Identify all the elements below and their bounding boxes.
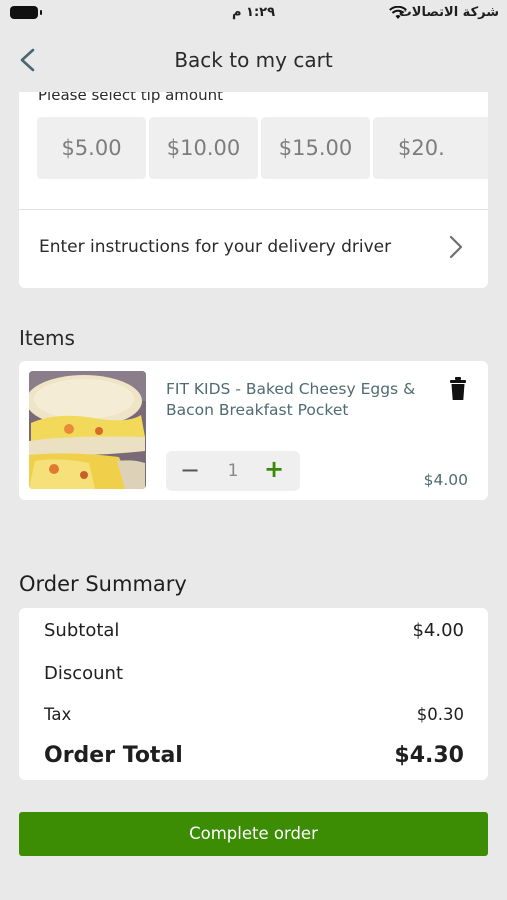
quantity-value: 1 (227, 461, 239, 481)
chevron-right-icon (449, 235, 463, 259)
order-summary-heading: Order Summary (19, 572, 187, 596)
subtotal-label: Subtotal (44, 620, 120, 641)
order-total-value: $4.30 (394, 743, 464, 768)
discount-label: Discount (44, 663, 124, 684)
complete-order-button[interactable]: Complete order (19, 812, 488, 856)
subtotal-value: $4.00 (412, 620, 464, 641)
tip-label: Please select tip amount (38, 92, 223, 104)
tip-card: Please select tip amount $5.00 $10.00 $15.… (19, 92, 488, 288)
quantity-stepper: − 1 + (166, 451, 300, 491)
trash-icon[interactable] (449, 377, 467, 401)
carrier-name: شركة الاتصالات (398, 5, 499, 20)
tax-value: $0.30 (416, 705, 464, 724)
item-price: $4.00 (423, 471, 468, 489)
order-total-label: Order Total (44, 743, 183, 768)
tip-option-5[interactable]: $5.00 (37, 117, 146, 179)
cart-item: FIT KIDS - Baked Cheesy Eggs & Bacon Bre… (19, 361, 488, 500)
items-heading: Items (19, 326, 75, 350)
driver-instructions-label: Enter instructions for your delivery dri… (39, 237, 392, 257)
decrease-quantity-button[interactable]: − (178, 457, 202, 485)
increase-quantity-button[interactable]: + (262, 456, 286, 484)
tip-option-20[interactable]: $20. (373, 117, 488, 179)
navigation-header: Back to my cart (0, 30, 507, 90)
page-title: Back to my cart (174, 48, 333, 72)
order-summary-card: Subtotal $4.00 Discount Tax $0.30 Order … (19, 608, 488, 780)
tax-label: Tax (44, 705, 72, 724)
tip-options: $5.00 $10.00 $15.00 $20. (37, 117, 488, 179)
status-bar: ١:٢٩ م شركة الاتصالات (0, 0, 507, 30)
product-image (29, 371, 146, 489)
tip-option-15[interactable]: $15.00 (261, 117, 370, 179)
item-name: FIT KIDS - Baked Cheesy Eggs & Bacon Bre… (166, 380, 416, 419)
tip-option-10[interactable]: $10.00 (149, 117, 258, 179)
driver-instructions-row[interactable]: Enter instructions for your delivery dri… (19, 210, 488, 288)
